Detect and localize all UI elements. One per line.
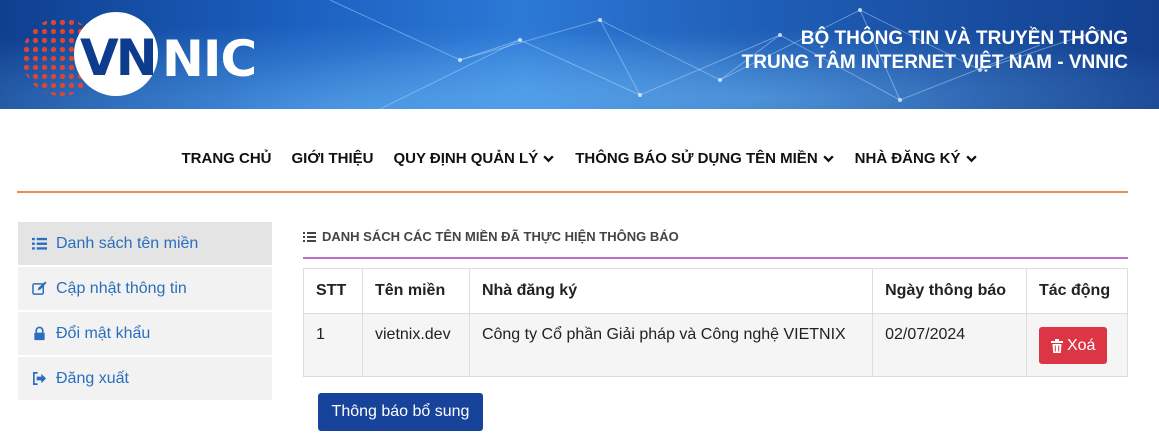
delete-button-label: Xoá [1066,336,1096,354]
nav-item-label: TRANG CHỦ [181,149,272,167]
column-header-stt: STT [303,268,363,314]
main-nav: TRANG CHỦ GIỚI THIỆU QUY ĐỊNH QUẢN LÝ TH… [0,146,1159,170]
logout-icon [33,372,47,385]
cell-action: Xoá [1025,313,1129,377]
cell-stt: 1 [303,313,363,377]
sidebar-item-label: Đăng xuất [56,369,129,387]
nav-divider [17,191,1128,193]
trash-icon [1050,338,1063,353]
section-title-text: DANH SÁCH CÁC TÊN MIỀN ĐÃ THỰC HIỆN THÔN… [322,229,679,244]
add-notice-button[interactable]: Thông báo bổ sung [318,393,483,431]
domain-table: STT Tên miền Nhà đăng ký Ngày thông báo … [303,268,1129,377]
list-icon [303,231,316,242]
nav-item-domain-notice[interactable]: THÔNG BÁO SỬ DỤNG TÊN MIỀN [575,150,834,167]
sidebar-item-update-info[interactable]: Cập nhật thông tin [18,267,272,310]
nav-item-registrars[interactable]: NHÀ ĐĂNG KÝ [855,150,978,167]
chevron-down-icon [543,154,554,162]
cell-domain: vietnix.dev [361,313,470,377]
sidebar-item-domain-list[interactable]: Danh sách tên miền [18,222,272,265]
nav-item-label: NHÀ ĐĂNG KÝ [854,149,961,167]
sidebar-item-logout[interactable]: Đăng xuất [18,357,272,400]
header-banner: VN NIC BỘ THÔNG TIN VÀ TRUYỀN THÔNG TRUN… [0,0,1159,109]
sidebar: Danh sách tên miền Cập nhật thông tin Đổ… [18,222,272,402]
column-header-domain: Tên miền [361,268,470,314]
chevron-down-icon [965,154,977,162]
edit-icon [32,281,47,295]
cell-date: 02/07/2024 [872,313,1027,377]
logo-text-vn: VN [80,29,158,87]
org-ministry: BỘ THÔNG TIN VÀ TRUYỀN THÔNG [800,28,1128,49]
sidebar-item-change-password[interactable]: Đổi mật khẩu [18,312,272,355]
sidebar-item-label: Đổi mật khẩu [56,324,151,342]
table-row: 1 vietnix.dev Công ty Cổ phần Giải pháp … [303,313,1129,377]
table-header-row: STT Tên miền Nhà đăng ký Ngày thông báo … [303,268,1129,314]
chevron-down-icon [822,154,834,162]
nav-item-label: QUY ĐỊNH QUẢN LÝ [393,149,539,167]
nav-item-label: THÔNG BÁO SỬ DỤNG TÊN MIỀN [575,149,818,167]
section-title-divider [303,257,1128,259]
nav-item-about[interactable]: GIỚI THIỆU [292,150,374,167]
column-header-date: Ngày thông báo [872,268,1027,314]
column-header-action: Tác động [1025,268,1129,314]
vnnic-logo[interactable]: VN NIC [22,8,257,100]
sidebar-item-label: Danh sách tên miền [56,234,199,252]
cell-registrar: Công ty Cổ phần Giải pháp và Công nghệ V… [468,313,874,377]
sidebar-item-label: Cập nhật thông tin [56,279,187,297]
org-center: TRUNG TÂM INTERNET VIỆT NAM - VNNIC [741,52,1128,73]
logo-text-nic: NIC [162,30,257,88]
lock-icon [34,326,45,341]
list-icon [32,237,47,250]
column-header-registrar: Nhà đăng ký [468,268,874,314]
delete-button[interactable]: Xoá [1038,327,1108,364]
section-title: DANH SÁCH CÁC TÊN MIỀN ĐÃ THỰC HIỆN THÔN… [303,229,679,244]
nav-item-home[interactable]: TRANG CHỦ [182,150,272,167]
nav-item-label: GIỚI THIỆU [291,149,374,167]
organization-name: BỘ THÔNG TIN VÀ TRUYỀN THÔNG TRUNG TÂM I… [742,27,1128,75]
nav-item-regulations[interactable]: QUY ĐỊNH QUẢN LÝ [393,150,555,167]
